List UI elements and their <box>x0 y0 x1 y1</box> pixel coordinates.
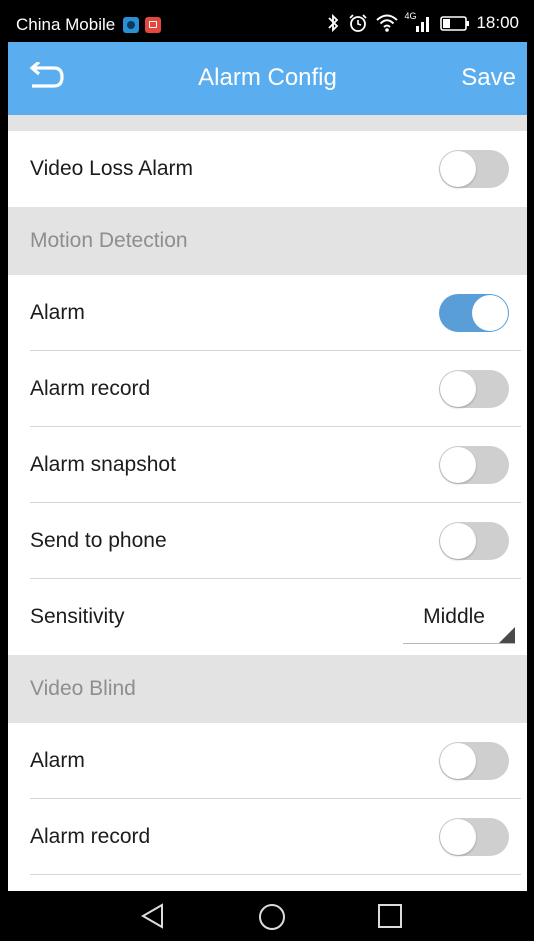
motion-alarm-record-label: Alarm record <box>30 377 151 400</box>
app-screen: China Mobile 4G 18:00 Alarm Config Save … <box>8 8 527 941</box>
blind-alarm-toggle[interactable] <box>439 742 509 780</box>
blind-alarm-row: Alarm <box>8 723 527 799</box>
app-red-icon <box>145 17 162 33</box>
back-triangle-icon[interactable] <box>140 903 166 929</box>
sensitivity-label: Sensitivity <box>30 605 125 628</box>
status-bar: China Mobile 4G 18:00 <box>8 8 527 42</box>
bluetooth-icon <box>328 13 339 33</box>
video-loss-alarm-toggle[interactable] <box>439 150 509 188</box>
video-loss-alarm-row: Video Loss Alarm <box>8 131 527 207</box>
toggle-knob <box>440 151 476 187</box>
toggle-knob <box>440 819 476 855</box>
dropdown-arrow-icon <box>499 627 515 643</box>
app-blue-icon <box>123 17 140 33</box>
save-button[interactable]: Save <box>461 64 516 92</box>
recents-square-icon[interactable] <box>377 903 403 929</box>
motion-alarm-toggle[interactable] <box>439 294 509 332</box>
status-left: China Mobile <box>16 15 167 35</box>
clock-time: 18:00 <box>476 13 519 32</box>
home-circle-icon[interactable] <box>258 903 286 931</box>
motion-alarm-label: Alarm <box>30 301 85 324</box>
video-loss-alarm-label: Video Loss Alarm <box>30 157 194 180</box>
toggle-knob <box>440 371 476 407</box>
network-type-label: 4G <box>404 11 417 21</box>
blind-alarm-label: Alarm <box>30 749 85 772</box>
send-to-phone-row: Send to phone <box>8 503 527 579</box>
wifi-icon <box>376 14 399 32</box>
top-spacer <box>8 115 527 131</box>
section-motion-detection: Motion Detection <box>8 207 527 275</box>
page-title: Alarm Config <box>198 64 337 91</box>
sensitivity-value: Middle <box>423 605 485 628</box>
blind-alarm-record-row: Alarm record <box>8 799 527 875</box>
motion-alarm-record-row: Alarm record <box>8 351 527 427</box>
motion-alarm-record-toggle[interactable] <box>439 370 509 408</box>
toggle-knob <box>440 523 476 559</box>
carrier-label: China Mobile <box>16 15 116 34</box>
section-video-blind: Video Blind <box>8 655 527 723</box>
motion-alarm-row: Alarm <box>8 275 527 351</box>
signal-icon <box>416 17 430 32</box>
sensitivity-dropdown[interactable]: Middle <box>403 591 515 644</box>
toggle-knob <box>440 743 476 779</box>
toggle-knob <box>440 447 476 483</box>
battery-icon <box>440 16 470 31</box>
status-right: 4G 18:00 <box>318 11 519 33</box>
send-to-phone-toggle[interactable] <box>439 522 509 560</box>
motion-alarm-snapshot-toggle[interactable] <box>439 446 509 484</box>
blind-alarm-record-toggle[interactable] <box>439 818 509 856</box>
system-nav-bar <box>8 891 527 941</box>
motion-alarm-snapshot-label: Alarm snapshot <box>30 453 176 476</box>
app-header: Alarm Config Save <box>8 42 527 115</box>
toggle-knob <box>472 295 508 331</box>
sensitivity-row: Sensitivity Middle <box>8 579 527 655</box>
settings-list: Video Loss Alarm Motion Detection Alarm … <box>8 115 527 875</box>
motion-alarm-snapshot-row: Alarm snapshot <box>8 427 527 503</box>
blind-alarm-record-label: Alarm record <box>30 825 151 848</box>
send-to-phone-label: Send to phone <box>30 529 167 552</box>
alarm-clock-icon <box>349 14 368 32</box>
